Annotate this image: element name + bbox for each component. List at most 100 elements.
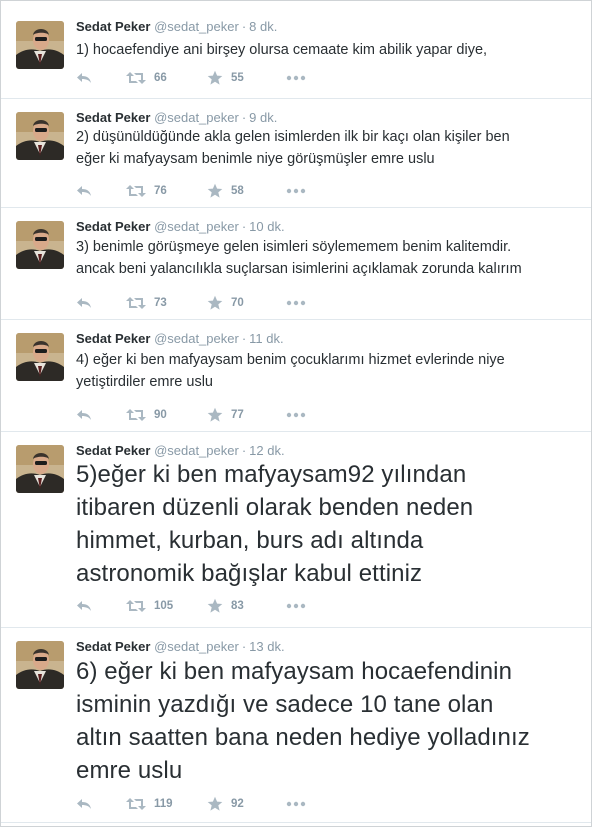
reply-icon [76, 408, 92, 422]
retweet-icon [126, 184, 146, 198]
favorite-count: 92 [231, 798, 244, 810]
more-icon [286, 801, 306, 807]
tweet-text: 2) düşünüldüğünde akla gelen isimlerden … [76, 126, 586, 170]
more-icon [286, 412, 306, 418]
reply-button[interactable] [76, 182, 92, 200]
tweet-item[interactable]: Sedat Peker @sedat_peker · 11 dk. 4) eğer k… [1, 321, 591, 432]
favorite-button[interactable]: 83 [207, 597, 244, 615]
tweet-text-line: 1) hocaefendiye ani birşey olursa cemaat… [76, 42, 488, 58]
separator-dot: · [241, 443, 247, 458]
retweet-button[interactable]: 90 [126, 406, 167, 424]
tweet-item[interactable]: Sedat Peker @sedat_peker · 12 dk. 5)eğer ki… [1, 433, 591, 628]
retweet-count: 105 [154, 600, 174, 612]
avatar[interactable] [16, 221, 64, 269]
separator-dot: · [241, 639, 247, 654]
favorite-count: 70 [231, 297, 244, 309]
more-button[interactable] [286, 406, 306, 424]
tweet-timestamp[interactable]: 8 dk. [249, 19, 277, 34]
tweet-item[interactable]: Sedat Peker @sedat_peker · 9 dk. 2) düşünül… [1, 100, 591, 208]
retweet-count: 76 [154, 185, 167, 197]
more-button[interactable] [286, 294, 306, 312]
favorite-button[interactable]: 55 [207, 69, 244, 87]
tweet-timestamp[interactable]: 9 dk. [249, 110, 277, 125]
author-name[interactable]: Sedat Peker [76, 219, 150, 234]
reply-button[interactable] [76, 69, 92, 87]
reply-button[interactable] [76, 795, 92, 813]
tweet-item[interactable]: Sedat Peker @sedat_peker · 10 dk. 3) beniml… [1, 209, 591, 320]
star-icon [207, 407, 223, 423]
tweet-header: Sedat Peker @sedat_peker · 8 dk. [76, 19, 277, 35]
favorite-button[interactable]: 70 [207, 294, 244, 312]
tweet-header: Sedat Peker @sedat_peker · 12 dk. [76, 443, 285, 459]
tweet-timestamp[interactable]: 13 dk. [249, 639, 284, 654]
reply-icon [76, 797, 92, 811]
more-button[interactable] [286, 69, 306, 87]
tweet-item[interactable]: Sedat Peker @sedat_peker · 13 dk. 6) eğer k… [1, 629, 591, 823]
tweet-item[interactable]: Sedat Peker @sedat_peker · 8 dk. 1) hocaefe… [1, 9, 591, 99]
tweet-header: Sedat Peker @sedat_peker · 9 dk. [76, 110, 277, 126]
more-button[interactable] [286, 597, 306, 615]
star-icon [207, 183, 223, 199]
tweet-text-line: 2) düşünüldüğünde akla gelen isimlerden … [76, 129, 510, 145]
avatar[interactable] [16, 641, 64, 689]
tweet-text: 5)eğer ki ben mafyaysam92 yılından itibar… [76, 458, 586, 590]
reply-button[interactable] [76, 597, 92, 615]
author-handle[interactable]: @sedat_peker [154, 19, 239, 34]
tweet-text-line: emre uslu [76, 757, 183, 784]
author-name[interactable]: Sedat Peker [76, 110, 150, 125]
author-name[interactable]: Sedat Peker [76, 639, 150, 654]
author-name[interactable]: Sedat Peker [76, 443, 150, 458]
avatar[interactable] [16, 112, 64, 160]
reply-button[interactable] [76, 294, 92, 312]
tweet-actions: 105 83 [76, 597, 376, 615]
retweet-button[interactable]: 105 [126, 597, 173, 615]
more-button[interactable] [286, 795, 306, 813]
author-handle[interactable]: @sedat_peker [154, 219, 239, 234]
reply-icon [76, 71, 92, 85]
tweet-timestamp[interactable]: 10 dk. [249, 219, 284, 234]
reply-icon [76, 599, 92, 613]
favorite-count: 83 [231, 600, 244, 612]
tweet-actions: 76 58 [76, 182, 376, 200]
tweet-timestamp[interactable]: 11 dk. [249, 331, 283, 346]
author-handle[interactable]: @sedat_peker [154, 443, 239, 458]
author-handle[interactable]: @sedat_peker [154, 639, 239, 654]
favorite-button[interactable]: 58 [207, 182, 244, 200]
retweet-count: 66 [154, 72, 167, 84]
separator-dot: · [241, 19, 247, 34]
more-icon [286, 188, 306, 194]
tweet-actions: 66 55 [76, 69, 376, 87]
avatar[interactable] [16, 445, 64, 493]
favorite-count: 55 [231, 72, 244, 84]
avatar[interactable] [16, 333, 64, 381]
tweet-actions: 73 70 [76, 294, 376, 312]
favorite-button[interactable]: 77 [207, 406, 244, 424]
tweet-text-line: 3) benimle görüşmeye gelen isimleri söyl… [76, 239, 512, 255]
tweet-text-line: himmet, kurban, burs adı altında [76, 527, 424, 554]
tweet-text-line: astronomik bağışlar kabul ettiniz [76, 560, 423, 587]
tweet-feed: Sedat Peker @sedat_peker · 8 dk. 1) hocaefe… [0, 0, 592, 827]
retweet-button[interactable]: 66 [126, 69, 167, 87]
tweet-timestamp[interactable]: 12 dk. [249, 443, 284, 458]
retweet-button[interactable]: 119 [126, 795, 173, 813]
favorite-count: 58 [231, 185, 244, 197]
more-button[interactable] [286, 182, 306, 200]
more-icon [286, 300, 306, 306]
retweet-button[interactable]: 73 [126, 294, 167, 312]
author-name[interactable]: Sedat Peker [76, 19, 150, 34]
retweet-count: 90 [154, 409, 167, 421]
author-handle[interactable]: @sedat_peker [154, 110, 239, 125]
tweet-text: 6) eğer ki ben mafyaysam hocaefendinin is… [76, 655, 586, 787]
retweet-icon [126, 408, 146, 422]
author-name[interactable]: Sedat Peker [76, 331, 150, 346]
author-handle[interactable]: @sedat_peker [154, 331, 239, 346]
tweet-text-line: itibaren düzenli olarak benden neden [76, 494, 474, 521]
tweet-actions: 90 77 [76, 406, 376, 424]
reply-button[interactable] [76, 406, 92, 424]
avatar[interactable] [16, 21, 64, 69]
favorite-button[interactable]: 92 [207, 795, 244, 813]
tweet-header: Sedat Peker @sedat_peker · 10 dk. [76, 219, 285, 235]
tweet-text: 1) hocaefendiye ani birşey olursa cemaat… [76, 39, 586, 61]
tweet-text-line: 6) eğer ki ben mafyaysam hocaefendinin [76, 658, 513, 685]
retweet-button[interactable]: 76 [126, 182, 167, 200]
